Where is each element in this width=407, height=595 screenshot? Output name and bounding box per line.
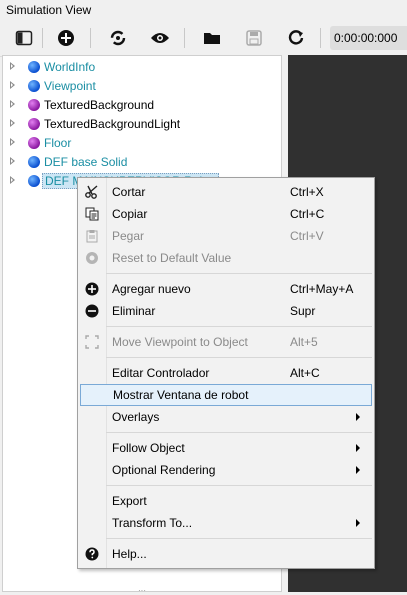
menu-item-label: Move Viewpoint to Object xyxy=(112,335,248,349)
add-node-icon[interactable] xyxy=(54,26,78,50)
menu-item-optional-rendering[interactable]: Optional Rendering xyxy=(78,459,374,481)
menu-item-edit-controller[interactable]: Editar Controlador Alt+C xyxy=(78,362,374,384)
submenu-arrow-icon xyxy=(356,466,360,474)
panel-toggle-icon[interactable] xyxy=(12,26,36,50)
menu-separator xyxy=(106,357,372,358)
menu-item-shortcut: Supr xyxy=(290,304,316,318)
tree-item-label: TexturedBackground xyxy=(44,98,155,112)
reload-world-icon[interactable] xyxy=(106,26,130,50)
copy-icon xyxy=(84,206,100,222)
menu-item-label: Transform To... xyxy=(112,516,193,530)
menu-separator xyxy=(106,432,372,433)
tree-item-label: DEF base Solid xyxy=(44,155,128,169)
menu-item-shortcut: Ctrl+C xyxy=(290,207,325,221)
remove-icon xyxy=(84,303,100,319)
window-title-bar: Simulation View xyxy=(0,0,407,20)
add-icon xyxy=(84,281,100,297)
menu-separator xyxy=(106,538,372,539)
menu-item-label: Overlays xyxy=(112,410,160,424)
expand-arrow-icon[interactable] xyxy=(10,138,15,146)
menu-item-label: Follow Object xyxy=(112,441,185,455)
toolbar-separator xyxy=(42,28,43,48)
reset-value-icon xyxy=(84,250,100,266)
menu-item-transform-to[interactable]: Transform To... xyxy=(78,512,374,534)
menu-item-label: Pegar xyxy=(112,229,145,243)
menu-item-paste[interactable]: Pegar Ctrl+V xyxy=(78,225,374,247)
node-ball-icon xyxy=(28,156,40,168)
cut-icon xyxy=(84,184,100,200)
menu-item-shortcut: Ctrl+X xyxy=(290,185,324,199)
menu-item-label: Export xyxy=(112,494,147,508)
move-viewpoint-icon xyxy=(84,334,100,350)
menu-separator xyxy=(106,273,372,274)
paste-icon xyxy=(84,228,100,244)
node-ball-icon xyxy=(28,99,40,111)
save-icon[interactable] xyxy=(242,26,266,50)
menu-item-label: Agregar nuevo xyxy=(112,282,191,296)
menu-item-shortcut: Ctrl+May+A xyxy=(290,282,354,296)
toolbar-separator xyxy=(90,28,91,48)
menu-item-shortcut: Ctrl+V xyxy=(290,229,324,243)
view-icon[interactable] xyxy=(148,26,172,50)
menu-item-help[interactable]: Help... xyxy=(78,543,374,565)
reset-icon[interactable] xyxy=(284,26,308,50)
tree-item-label: TexturedBackgroundLight xyxy=(44,117,181,131)
expand-arrow-icon[interactable] xyxy=(10,176,15,184)
menu-item-shortcut: Alt+C xyxy=(290,366,320,380)
toolbar: 0:00:00:000 xyxy=(0,20,407,57)
node-ball-icon xyxy=(28,175,40,187)
menu-item-overlays[interactable]: Overlays xyxy=(78,406,374,428)
expand-arrow-icon[interactable] xyxy=(10,100,15,108)
expand-arrow-icon[interactable] xyxy=(10,62,15,70)
menu-item-label: Reset to Default Value xyxy=(112,251,232,265)
node-ball-icon xyxy=(28,118,40,130)
resize-grip-icon[interactable]: ··· xyxy=(138,586,146,595)
node-ball-icon xyxy=(28,137,40,149)
menu-item-label: Help... xyxy=(112,547,147,561)
menu-item-show-robot-window[interactable]: Mostrar Ventana de robot xyxy=(80,384,372,406)
menu-item-reset-default[interactable]: Reset to Default Value xyxy=(78,247,374,269)
menu-item-label: Eliminar xyxy=(112,304,156,318)
menu-item-label: Editar Controlador xyxy=(112,366,210,380)
menu-item-label: Mostrar Ventana de robot xyxy=(113,388,249,402)
tree-item-label: Floor xyxy=(44,136,72,150)
tree-item-label: WorldInfo xyxy=(44,60,96,74)
expand-arrow-icon[interactable] xyxy=(10,81,15,89)
menu-item-delete[interactable]: Eliminar Supr xyxy=(78,300,374,322)
window-title: Simulation View xyxy=(6,3,92,17)
menu-item-shortcut: Alt+5 xyxy=(290,335,318,349)
tree-item-worldinfo[interactable]: WorldInfo xyxy=(3,58,281,77)
menu-item-add-new[interactable]: Agregar nuevo Ctrl+May+A xyxy=(78,278,374,300)
node-ball-icon xyxy=(28,61,40,73)
menu-item-label: Copiar xyxy=(112,207,148,221)
menu-item-copy[interactable]: Copiar Ctrl+C xyxy=(78,203,374,225)
context-menu: Cortar Ctrl+X Copiar Ctrl+C Pegar Ctrl+V… xyxy=(77,177,375,569)
menu-separator xyxy=(106,485,372,486)
menu-separator xyxy=(106,326,372,327)
submenu-arrow-icon xyxy=(356,444,360,452)
toolbar-separator xyxy=(184,28,185,48)
tree-item-texturedbackgroundlight[interactable]: TexturedBackgroundLight xyxy=(3,115,281,134)
menu-item-label: Optional Rendering xyxy=(112,463,216,477)
help-icon xyxy=(84,546,100,562)
submenu-arrow-icon xyxy=(356,519,360,527)
menu-item-cut[interactable]: Cortar Ctrl+X xyxy=(78,181,374,203)
tree-item-floor[interactable]: Floor xyxy=(3,134,281,153)
expand-arrow-icon[interactable] xyxy=(10,157,15,165)
tree-item-base-solid[interactable]: DEF base Solid xyxy=(3,153,281,172)
tree-item-texturedbackground[interactable]: TexturedBackground xyxy=(3,96,281,115)
menu-item-move-viewpoint[interactable]: Move Viewpoint to Object Alt+5 xyxy=(78,331,374,353)
node-ball-icon xyxy=(28,80,40,92)
menu-item-export[interactable]: Export xyxy=(78,490,374,512)
simulation-time: 0:00:00:000 xyxy=(330,26,407,50)
menu-item-label: Cortar xyxy=(112,185,146,199)
tree-item-viewpoint[interactable]: Viewpoint xyxy=(3,77,281,96)
menu-item-follow-object[interactable]: Follow Object xyxy=(78,437,374,459)
toolbar-separator xyxy=(320,28,321,48)
tree-item-label: Viewpoint xyxy=(44,79,96,93)
expand-arrow-icon[interactable] xyxy=(10,119,15,127)
open-folder-icon[interactable] xyxy=(200,26,224,50)
submenu-arrow-icon xyxy=(356,413,360,421)
